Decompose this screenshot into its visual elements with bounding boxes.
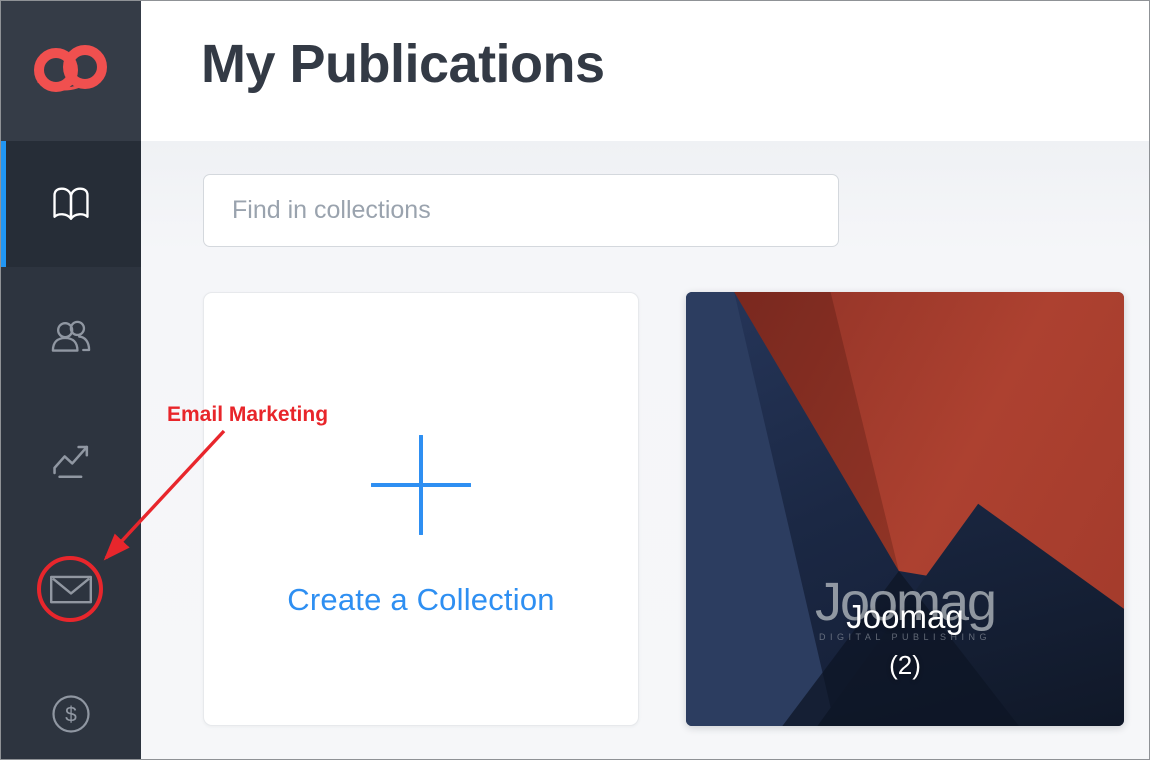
svg-text:$: $ — [65, 704, 77, 727]
annotation-circle — [37, 556, 103, 622]
collection-name: Joomag — [686, 598, 1124, 636]
sidebar: $ — [1, 1, 141, 759]
collection-count: (2) — [686, 650, 1124, 681]
users-icon — [50, 319, 92, 353]
create-collection-card[interactable]: Create a Collection — [203, 292, 639, 726]
plus-icon — [371, 435, 471, 540]
book-icon — [51, 186, 91, 222]
dollar-icon: $ — [50, 693, 92, 735]
search-input[interactable] — [203, 174, 839, 247]
page-header: My Publications — [141, 1, 1149, 141]
sidebar-item-contacts[interactable] — [1, 306, 141, 366]
sidebar-item-publications[interactable] — [1, 141, 141, 267]
annotation-email-marketing-label: Email Marketing — [167, 403, 328, 427]
annotation-arrow — [86, 425, 236, 573]
collection-tile-joomag[interactable]: Joomag DIGITAL PUBLISHING Joomag (2) — [686, 292, 1124, 726]
create-collection-label: Create a Collection — [287, 582, 554, 618]
sidebar-item-billing[interactable]: $ — [1, 684, 141, 744]
joomag-infinity-logo — [30, 39, 112, 104]
sidebar-item-logo[interactable] — [1, 1, 141, 141]
app-window: $ My Publications Create a Collection — [0, 0, 1150, 760]
page-title: My Publications — [201, 33, 605, 95]
content-area: Create a Collection Joomag DIGITAL PUBLI… — [141, 141, 1149, 759]
main-area: My Publications Create a Collection — [141, 1, 1149, 759]
